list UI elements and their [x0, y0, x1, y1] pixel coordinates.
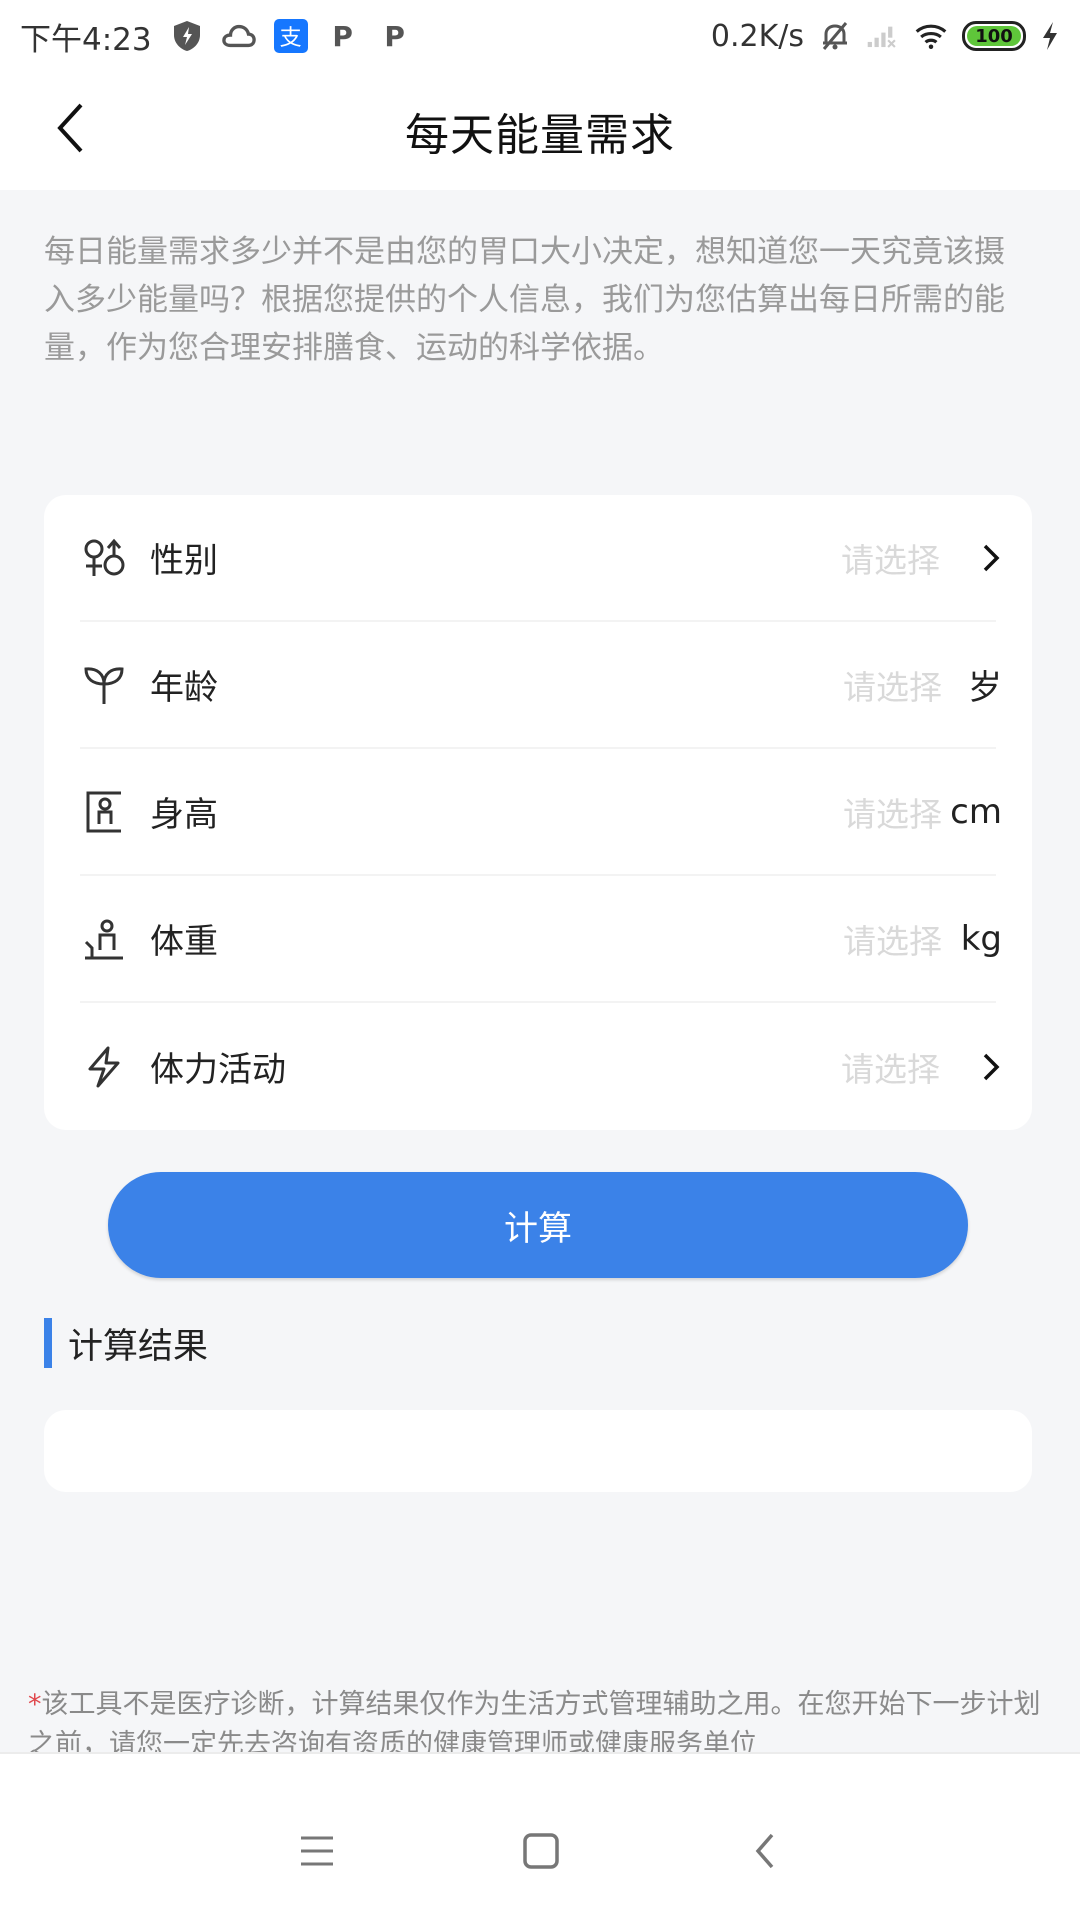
- gender-icon: [80, 534, 128, 582]
- home-icon: [522, 1832, 560, 1874]
- chevron-left-icon: [55, 102, 85, 158]
- nav-menu-button[interactable]: [282, 1818, 352, 1888]
- chevron-right-icon: [940, 543, 1000, 573]
- status-bar: 下午4:23 支 P P 0.2K/s 100: [0, 0, 1080, 72]
- wifi-icon: [914, 19, 948, 53]
- form-row-gender[interactable]: 性别 请选择: [80, 495, 1000, 622]
- form-label: 年龄: [150, 668, 218, 708]
- battery-level: 100: [967, 26, 1021, 47]
- lightning-icon: [80, 1043, 128, 1091]
- mute-bell-icon: [818, 19, 852, 53]
- form-label: 性别: [150, 541, 218, 581]
- weight-icon: [80, 915, 128, 963]
- p-icon: P: [332, 19, 353, 53]
- form-label: 身高: [150, 795, 218, 835]
- sprout-icon: [80, 661, 128, 709]
- intro-text: 每日能量需求多少并不是由您的胃口大小决定，想知道您一天究竟该摄入多少能量吗？根据…: [44, 234, 1005, 366]
- unit-label: kg: [960, 918, 1002, 959]
- alipay-icon: 支: [273, 19, 308, 53]
- disclaimer-star: *: [28, 1689, 42, 1720]
- height-icon: [80, 788, 128, 836]
- page-title: 每天能量需求: [405, 110, 675, 161]
- result-section-header: 计算结果: [44, 1318, 208, 1368]
- unit-label: 岁: [968, 668, 1002, 708]
- select-placeholder[interactable]: 请选择: [843, 661, 942, 709]
- charging-icon: [1040, 19, 1060, 53]
- back-icon: [754, 1833, 776, 1873]
- app-header: 每天能量需求: [0, 72, 1080, 190]
- battery-icon: 100: [962, 21, 1026, 51]
- disclaimer-text: 该工具不是医疗诊断，计算结果仅作为生活方式管理辅助之用。在您开始下一步计划之前，…: [28, 1689, 1041, 1760]
- signal-icon: [866, 19, 900, 53]
- form-row-age[interactable]: 年龄 请选择 岁: [80, 622, 1002, 749]
- form-label: 体重: [150, 922, 218, 962]
- cloud-icon: [221, 19, 256, 53]
- form-row-height[interactable]: 身高 请选择 cm: [80, 749, 1002, 876]
- result-card: [44, 1410, 1032, 1492]
- network-speed: 0.2K/s: [710, 18, 804, 54]
- section-accent-bar: [44, 1318, 52, 1368]
- form-row-weight[interactable]: 体重 请选择 kg: [80, 876, 1002, 1003]
- result-section-title: 计算结果: [68, 1326, 209, 1367]
- menu-icon: [299, 1835, 335, 1871]
- shield-bolt-icon: [170, 19, 204, 53]
- nav-home-button[interactable]: [506, 1818, 576, 1888]
- unit-label: cm: [950, 791, 1002, 832]
- p-icon: P: [384, 19, 405, 53]
- form-row-activity[interactable]: 体力活动 请选择: [80, 1003, 1000, 1130]
- select-placeholder[interactable]: 请选择: [843, 788, 942, 836]
- input-form-card: 性别 请选择 年龄 请选择 岁 身高 请选择 cm 体重 请选择 kg 体力活动…: [44, 495, 1032, 1130]
- select-placeholder[interactable]: 请选择: [841, 534, 940, 582]
- select-placeholder[interactable]: 请选择: [843, 915, 942, 963]
- calculate-button[interactable]: 计算: [108, 1172, 968, 1278]
- form-label: 体力活动: [150, 1050, 286, 1090]
- back-button[interactable]: [40, 100, 100, 160]
- select-placeholder[interactable]: 请选择: [841, 1043, 940, 1091]
- chevron-right-icon: [940, 1052, 1000, 1082]
- status-time: 下午4:23: [20, 21, 152, 58]
- system-nav-bar: [0, 1752, 1080, 1920]
- nav-back-button[interactable]: [730, 1818, 800, 1888]
